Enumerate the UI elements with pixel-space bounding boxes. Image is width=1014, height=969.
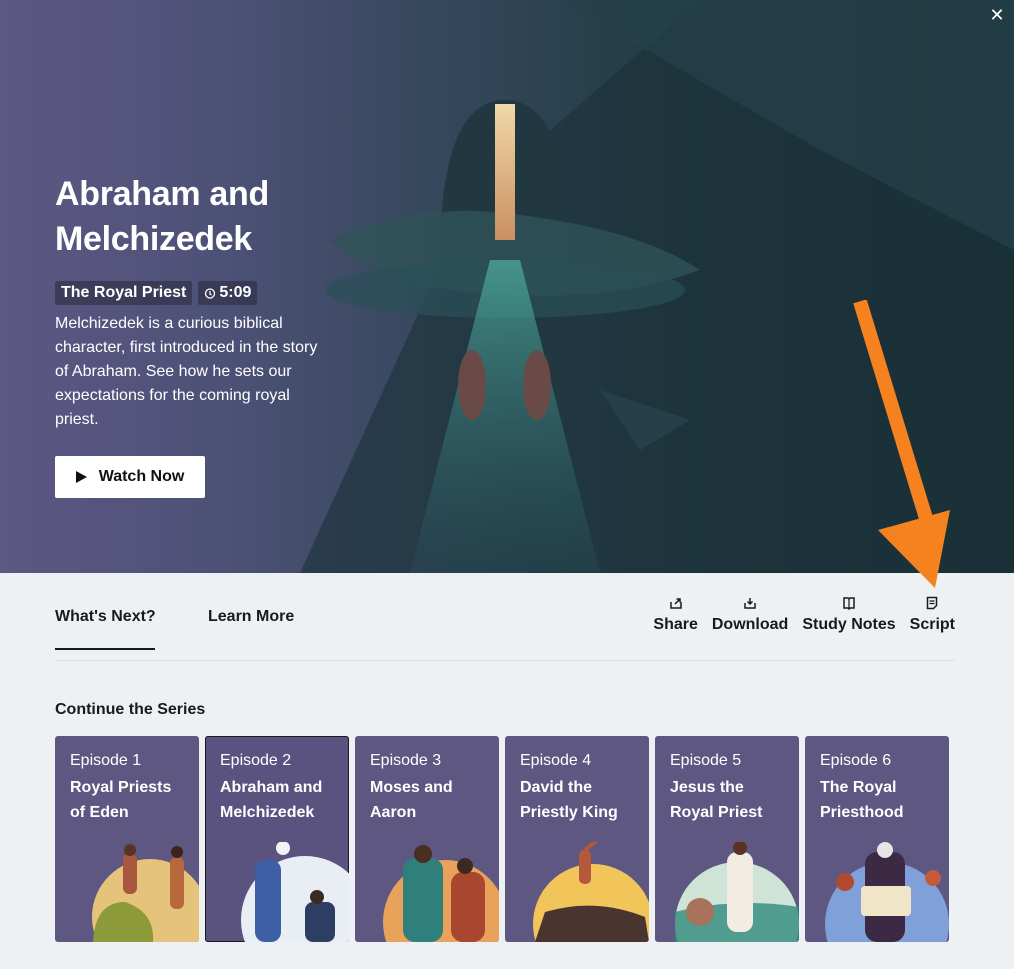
episode-card-6[interactable]: Episode 6 The Royal Priesthood — [805, 736, 949, 942]
watch-now-button[interactable]: Watch Now — [55, 456, 205, 498]
episode-list: Episode 1 Royal Priests of Eden Episode … — [55, 736, 949, 942]
video-description: Melchizedek is a curious biblical charac… — [55, 315, 318, 428]
episode-title: Abraham and Melchizedek — [220, 779, 323, 821]
episode-card-2[interactable]: Episode 2 Abraham and Melchizedek — [205, 736, 349, 942]
episode-title: Jesus the Royal Priest — [670, 779, 763, 821]
episode-number: Episode 4 — [520, 752, 592, 769]
episode-title: Royal Priests of Eden — [70, 779, 172, 821]
episode-number: Episode 2 — [220, 752, 292, 769]
download-icon — [744, 598, 756, 609]
episode-title: The Royal Priesthood — [820, 779, 904, 821]
share-icon — [669, 598, 682, 609]
episode-number: Episode 3 — [370, 752, 442, 769]
study-notes-icon — [843, 597, 855, 610]
close-button[interactable]: ✕ — [986, 4, 1008, 26]
episode-card-1[interactable]: Episode 1 Royal Priests of Eden — [55, 736, 199, 942]
tab-learn-more[interactable]: Learn More — [208, 608, 294, 626]
study-notes-button[interactable]: Study Notes — [802, 596, 896, 634]
duration-badge: 5:09 — [198, 281, 258, 305]
episode-card-5[interactable]: Episode 5 Jesus the Royal Priest — [655, 736, 799, 942]
study-notes-label: Study Notes — [802, 616, 896, 633]
episode-thumbnail — [92, 844, 199, 942]
tab-whats-next[interactable]: What's Next? — [55, 608, 156, 650]
episode-card-4[interactable]: Episode 4 David the Priestly King — [505, 736, 649, 942]
series-badge: The Royal Priest — [55, 281, 193, 305]
series-heading: Continue the Series — [55, 701, 206, 718]
action-toolbar: Share Download Study Notes Script — [653, 596, 955, 634]
script-label: Script — [909, 616, 955, 633]
play-icon — [75, 471, 87, 483]
episode-thumbnail — [383, 845, 499, 942]
video-title: Abraham and Melchizedek — [55, 175, 269, 258]
episode-number: Episode 1 — [70, 752, 142, 769]
episode-thumbnail — [675, 842, 799, 942]
clock-icon — [205, 288, 216, 299]
episode-thumbnail — [825, 842, 949, 942]
watch-now-label: Watch Now — [98, 468, 185, 485]
script-icon — [927, 596, 938, 610]
episode-number: Episode 6 — [820, 752, 892, 769]
episode-card-3[interactable]: Episode 3 Moses and Aaron — [355, 736, 499, 942]
close-icon: ✕ — [989, 5, 1005, 25]
script-button[interactable]: Script — [910, 596, 955, 634]
episode-thumbnail — [533, 842, 649, 942]
episode-title: Moses and Aaron — [370, 779, 453, 821]
duration-text: 5:09 — [219, 284, 252, 301]
episode-number: Episode 5 — [670, 752, 742, 769]
share-button[interactable]: Share — [653, 596, 698, 634]
video-meta: The Royal Priest 5:09 — [55, 281, 258, 305]
download-label: Download — [711, 616, 789, 633]
download-button[interactable]: Download — [712, 596, 788, 634]
episode-thumbnail — [241, 842, 349, 942]
episode-title: David the Priestly King — [520, 779, 618, 821]
annotation-arrow — [853, 300, 950, 588]
share-label: Share — [653, 616, 698, 633]
